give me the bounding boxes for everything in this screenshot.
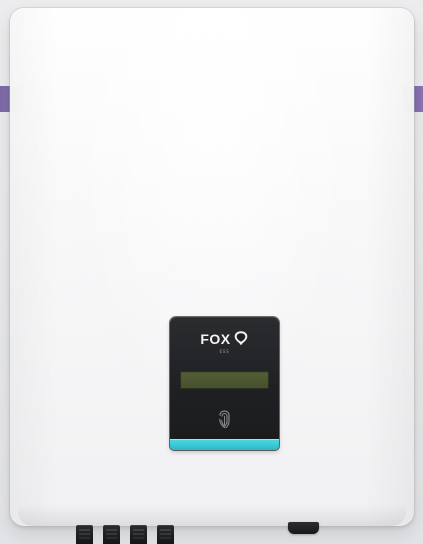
brand-tagline: ESS xyxy=(219,349,230,354)
inverter-device: FOX ESS xyxy=(10,8,414,526)
connector xyxy=(130,525,147,544)
dc-connectors xyxy=(76,525,174,544)
cable-gland xyxy=(288,522,319,534)
connector xyxy=(157,525,174,544)
lcd-display xyxy=(180,371,269,389)
brand-row: FOX xyxy=(170,331,279,347)
fox-logo-icon xyxy=(233,330,249,346)
connector xyxy=(76,525,93,544)
connector xyxy=(103,525,120,544)
control-panel: FOX ESS xyxy=(170,317,279,450)
product-image-stage: FOX ESS xyxy=(0,0,423,544)
fingerprint-touch-icon[interactable] xyxy=(216,409,233,430)
brand-name: FOX xyxy=(200,331,231,347)
status-light-strip xyxy=(170,439,279,450)
